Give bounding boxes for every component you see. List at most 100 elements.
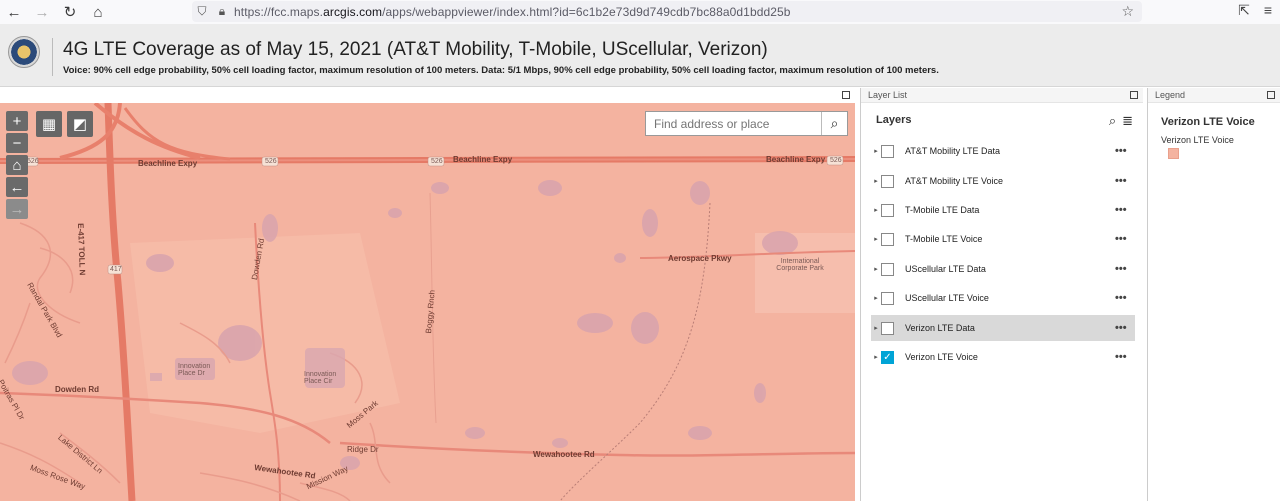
panel-title: Layer List [868,90,908,100]
layer-visibility-checkbox[interactable] [881,203,894,217]
layer-row[interactable]: ▸ UScellular LTE Voice ••• [871,285,1135,311]
menu-icon[interactable]: ≡ [1264,2,1272,19]
home-extent-button[interactable]: ⌂ [6,155,28,175]
next-extent-button[interactable]: → [6,199,28,219]
route-shield-label: 526 [830,157,842,164]
expand-caret-icon[interactable]: ▸ [871,147,881,155]
fcc-seal-logo [8,36,40,68]
layer-row[interactable]: ▸ AT&T Mobility LTE Voice ••• [871,168,1135,194]
expand-caret-icon[interactable]: ▸ [871,324,881,332]
layer-label: T-Mobile LTE Data [905,205,980,215]
zoom-out-button[interactable]: − [6,133,28,153]
layer-options-icon[interactable]: ••• [1115,292,1135,304]
panel-title: Legend [1155,90,1186,100]
road-label: Innovation Place Dr [178,363,211,377]
layer-visibility-checkbox[interactable]: ✓ [881,350,894,364]
lock-icon[interactable]: 🔒︎ [212,4,232,19]
legend-header: Legend [1148,88,1280,103]
forward-arrow-icon[interactable]: → [28,0,56,24]
road-label: Innovation Place Cir [304,371,337,385]
browser-toolbar: ← → ↻ ⌂ ⛉ 🔒︎ https://fcc.maps.arcgis.com… [0,0,1280,24]
legend-layer-title: Verizon LTE Voice [1161,116,1255,128]
maximize-icon[interactable] [842,91,850,99]
route-shield-label: 417 [110,266,122,273]
layer-options-icon[interactable]: ••• [1115,263,1135,275]
layer-label: UScellular LTE Data [905,264,986,274]
layer-visibility-checkbox[interactable] [881,321,894,335]
layer-row[interactable]: ▸ Verizon LTE Data ••• [871,315,1135,341]
layer-row[interactable]: ▸ ✓ Verizon LTE Voice ••• [871,344,1135,370]
layer-options-icon[interactable]: ••• [1115,322,1135,334]
home-icon[interactable]: ⌂ [84,0,112,24]
expand-caret-icon[interactable]: ▸ [871,235,881,243]
layer-options-icon[interactable]: ••• [1115,233,1135,245]
layer-label: UScellular LTE Voice [905,293,989,303]
layer-options-icon[interactable]: ••• [1115,145,1135,157]
expand-caret-icon[interactable]: ▸ [871,294,881,302]
layer-visibility-checkbox[interactable] [881,291,894,305]
map-view[interactable]: 526 526 526 526 417 Beachline Expy Beach… [0,103,855,501]
layer-visibility-checkbox[interactable] [881,262,894,276]
legend-swatch [1168,148,1179,159]
road-label: Aerospace Pkwy [668,254,732,263]
layer-row[interactable]: ▸ T-Mobile LTE Data ••• [871,197,1135,223]
route-shield-label: 526 [265,158,277,165]
shield-icon[interactable]: ⛉ [192,4,212,19]
legend-panel: Legend Verizon LTE Voice Verizon LTE Voi… [1147,88,1280,501]
search-button[interactable]: ⌕ [821,112,847,135]
measure-button[interactable]: ◩ [67,111,93,137]
search-icon: ⌕ [830,115,839,131]
search-input[interactable] [646,112,821,135]
expand-caret-icon[interactable]: ▸ [871,265,881,273]
layer-options-icon[interactable]: ••• [1115,351,1135,363]
road-label: E-417 TOLL N [76,223,87,276]
layer-options-icon[interactable]: ••• [1115,175,1135,187]
route-shield-label: 526 [431,158,443,165]
route-shield-label: 526 [27,158,39,165]
previous-extent-button[interactable]: ← [6,177,28,197]
grid-icon: ▦ [41,116,57,133]
layer-visibility-checkbox[interactable] [881,174,894,188]
header-divider [52,38,53,76]
layer-label: AT&T Mobility LTE Data [905,146,1001,156]
extensions-icon[interactable]: ⇱ [1238,2,1250,19]
basemap-gallery-button[interactable]: ▦ [36,111,62,137]
bookmark-star-icon[interactable]: ☆ [1121,3,1134,20]
layer-label: Verizon LTE Data [905,323,975,333]
expand-caret-icon[interactable]: ▸ [871,177,881,185]
options-menu-icon[interactable]: ≣ [1122,113,1133,129]
layer-row[interactable]: ▸ T-Mobile LTE Voice ••• [871,226,1135,252]
area-label: International Corporate Park [776,258,824,272]
road-label: Ridge Dr [347,445,379,454]
page-title: 4G LTE Coverage as of May 15, 2021 (AT&T… [63,39,768,60]
layer-label: T-Mobile LTE Voice [905,234,983,244]
reload-icon[interactable]: ↻ [56,0,84,24]
road-label: Beachline Expy [138,159,198,168]
maximize-icon[interactable] [1267,91,1275,99]
expand-caret-icon[interactable]: ▸ [871,353,881,361]
layer-visibility-checkbox[interactable] [881,232,894,246]
layer-list-panel: Layer List Layers ⌕ ≣ ▸ AT&T Mobility LTE… [860,88,1143,501]
map-nav-controls: + − ⌂ ← → [6,111,28,219]
layer-label: AT&T Mobility LTE Voice [905,176,1004,186]
back-arrow-icon[interactable]: ← [0,0,28,24]
zoom-in-button[interactable]: + [6,111,28,131]
app-header: 4G LTE Coverage as of May 15, 2021 (AT&T… [0,24,1280,87]
layer-row[interactable]: ▸ UScellular LTE Data ••• [871,256,1135,282]
expand-caret-icon[interactable]: ▸ [871,206,881,214]
url-text: https://fcc.maps.arcgis.com/apps/webappv… [234,4,791,19]
maximize-icon[interactable] [1130,91,1138,99]
road-label: Beachline Expy [766,155,826,164]
layer-label: Verizon LTE Voice [905,352,978,362]
address-bar[interactable]: ⛉ 🔒︎ https://fcc.maps.arcgis.com/apps/we… [192,1,1142,22]
road-label: Beachline Expy [453,155,513,164]
layer-options-icon[interactable]: ••• [1115,204,1135,216]
road-label: Dowden Rd [55,385,99,394]
page-subtitle: Voice: 90% cell edge probability, 50% ce… [63,65,939,76]
address-search: ⌕ [645,111,848,136]
layer-visibility-checkbox[interactable] [881,144,894,158]
layers-heading: Layers [876,114,912,126]
layer-row[interactable]: ▸ AT&T Mobility LTE Data ••• [871,138,1135,164]
search-icon[interactable]: ⌕ [1109,113,1116,129]
ruler-icon: ◩ [72,116,88,133]
